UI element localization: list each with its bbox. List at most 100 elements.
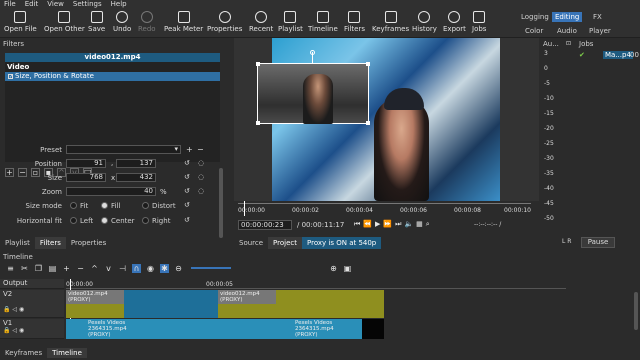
pip-handle-bottom-left[interactable] — [256, 121, 260, 125]
track-header-v2[interactable]: V2 🔒 ◁ ◉ — [0, 290, 64, 318]
timeline-clip[interactable]: video012.mp4 (PROXY) — [218, 290, 276, 304]
hfit-center-radio[interactable]: Center — [101, 217, 135, 225]
layout-fx[interactable]: FX — [590, 12, 605, 22]
zoom-slider[interactable] — [191, 267, 231, 269]
menu-help[interactable]: Help — [111, 0, 127, 9]
v2-transition[interactable] — [124, 290, 218, 318]
tab-filters[interactable]: Filters — [34, 237, 66, 249]
split-icon[interactable]: ⊣ — [118, 264, 127, 273]
lock-icon[interactable]: 🔒 — [3, 306, 10, 313]
volume-icon[interactable]: 🔈 — [404, 220, 416, 228]
filters-button[interactable]: Filters — [344, 11, 365, 33]
timeline-clip[interactable]: Pexels Videos 2364315.mp4 (PROXY) — [293, 319, 363, 339]
jobs-button[interactable]: Jobs — [472, 11, 486, 33]
overwrite-icon[interactable]: v — [104, 264, 113, 273]
size-mode-fit-radio[interactable]: Fit — [70, 202, 88, 210]
zoom-fit-icon[interactable]: ▣ — [343, 264, 352, 273]
tab-playlist[interactable]: Playlist — [0, 237, 35, 249]
recent-button[interactable]: Recent — [249, 11, 273, 33]
undo-button[interactable]: Undo — [113, 11, 131, 33]
reset-size-mode-button[interactable]: ↺ — [184, 201, 190, 209]
delete-preset-button[interactable]: − — [197, 145, 204, 154]
proxy-status-badge[interactable]: Proxy is ON at 540p — [302, 237, 382, 249]
mute-icon[interactable]: ◁ — [12, 327, 17, 334]
open-other-button[interactable]: Open Other — [44, 11, 85, 33]
cut-icon[interactable]: ✂ — [20, 264, 29, 273]
layout-player[interactable]: Player — [586, 26, 614, 36]
size-height-input[interactable]: 432 — [116, 173, 156, 182]
track-header-output[interactable]: Output — [0, 279, 64, 289]
export-button[interactable]: Export — [443, 11, 466, 33]
mute-icon[interactable]: ◁ — [12, 306, 17, 313]
rewind-icon[interactable]: ⏪ — [363, 220, 375, 228]
copy-icon[interactable]: ❐ — [34, 264, 43, 273]
zoom-out-icon[interactable]: ⊖ — [174, 264, 183, 273]
viewer-playhead[interactable] — [244, 201, 245, 216]
pip-overlay-frame[interactable] — [256, 50, 370, 125]
filter-item-size-position-rotate[interactable]: ✓ Size, Position & Rotate — [5, 72, 220, 81]
timeline-ruler[interactable]: 00:00:00 00:00:05 — [66, 279, 566, 289]
zoom-in-icon[interactable]: ⊕ — [329, 264, 338, 273]
meter-close-icon[interactable]: ⊡ — [566, 40, 571, 47]
zoom-icon[interactable]: ⌕ — [426, 220, 433, 228]
position-x-input[interactable]: 91 — [66, 159, 106, 168]
timeline-button[interactable]: Timeline — [308, 11, 338, 33]
append-icon[interactable]: + — [62, 264, 71, 273]
pip-rotate-handle[interactable] — [310, 50, 315, 55]
peak-meter-button[interactable]: Peak Meter — [164, 11, 203, 33]
lock-icon[interactable]: 🔒 — [3, 327, 10, 334]
layout-logging[interactable]: Logging — [518, 12, 552, 22]
scrub-icon[interactable]: ◉ — [146, 264, 155, 273]
skip-start-icon[interactable]: ⏮ — [354, 220, 363, 228]
playlist-button[interactable]: Playlist — [278, 11, 303, 33]
open-file-button[interactable]: Open File — [4, 11, 37, 33]
timeline-clip[interactable]: Pexels Videos 2364315.mp4 (PROXY) — [86, 319, 166, 339]
save-preset-button[interactable]: + — [186, 145, 193, 154]
properties-button[interactable]: Properties — [207, 11, 242, 33]
layout-editing[interactable]: Editing — [552, 12, 583, 22]
playback-buttons[interactable]: ⏮⏪▶⏩⏭🔈▦⌕ — [354, 220, 433, 229]
keyframes-button[interactable]: Keyframes — [372, 11, 409, 33]
menu-settings[interactable]: Settings — [73, 0, 102, 9]
history-button[interactable]: History — [412, 11, 437, 33]
pip-handle-bottom-right[interactable] — [366, 121, 370, 125]
tab-keyframes[interactable]: Keyframes — [0, 348, 47, 358]
lift-icon[interactable]: ^ — [90, 264, 99, 273]
track-header-v1[interactable]: V1 🔒 ◁ ◉ — [0, 319, 64, 339]
current-time-field[interactable]: 00:00:00:23 — [238, 220, 292, 230]
grid-icon[interactable]: ▦ — [416, 220, 426, 228]
hfit-right-radio[interactable]: Right — [142, 217, 170, 225]
reset-position-button[interactable]: ↺ — [184, 159, 190, 167]
tab-timeline[interactable]: Timeline — [47, 348, 87, 358]
filters-scrollbar[interactable] — [219, 168, 223, 238]
tab-source[interactable]: Source — [234, 237, 268, 249]
size-mode-distort-radio[interactable]: Distort — [142, 202, 176, 210]
menu-view[interactable]: View — [47, 0, 64, 9]
remove-icon[interactable]: − — [76, 264, 85, 273]
timeline-scrollbar[interactable] — [634, 292, 638, 330]
timeline-menu-icon[interactable]: ≡ — [6, 264, 15, 273]
tab-properties[interactable]: Properties — [66, 237, 111, 249]
save-button[interactable]: Save — [88, 11, 105, 33]
fast-forward-icon[interactable]: ⏩ — [383, 220, 395, 228]
eye-icon[interactable]: ◉ — [19, 306, 24, 313]
snap-icon[interactable]: ∩ — [132, 263, 141, 273]
pip-handle-top-left[interactable] — [256, 62, 260, 66]
menu-file[interactable]: File — [4, 0, 16, 9]
keyframe-size-button[interactable]: ◌ — [198, 173, 204, 181]
keyframe-position-button[interactable]: ◌ — [198, 159, 204, 167]
menu-edit[interactable]: Edit — [25, 0, 39, 9]
layout-color[interactable]: Color — [522, 26, 546, 36]
keyframe-zoom-button[interactable]: ◌ — [198, 187, 204, 195]
pip-handle-top-right[interactable] — [366, 62, 370, 66]
reset-zoom-button[interactable]: ↺ — [184, 187, 190, 195]
zoom-input[interactable]: 40 — [66, 187, 156, 196]
eye-icon[interactable]: ◉ — [19, 327, 24, 334]
position-y-input[interactable]: 137 — [116, 159, 156, 168]
filter-enabled-checkbox[interactable]: ✓ — [8, 74, 13, 80]
tab-project[interactable]: Project — [268, 237, 302, 249]
redo-button[interactable]: Redo — [138, 11, 156, 33]
video-viewer[interactable] — [234, 38, 539, 201]
viewer-time-ruler[interactable]: 00:00:00 00:00:02 00:00:04 00:00:06 00:0… — [238, 201, 531, 217]
layout-audio[interactable]: Audio — [554, 26, 580, 36]
